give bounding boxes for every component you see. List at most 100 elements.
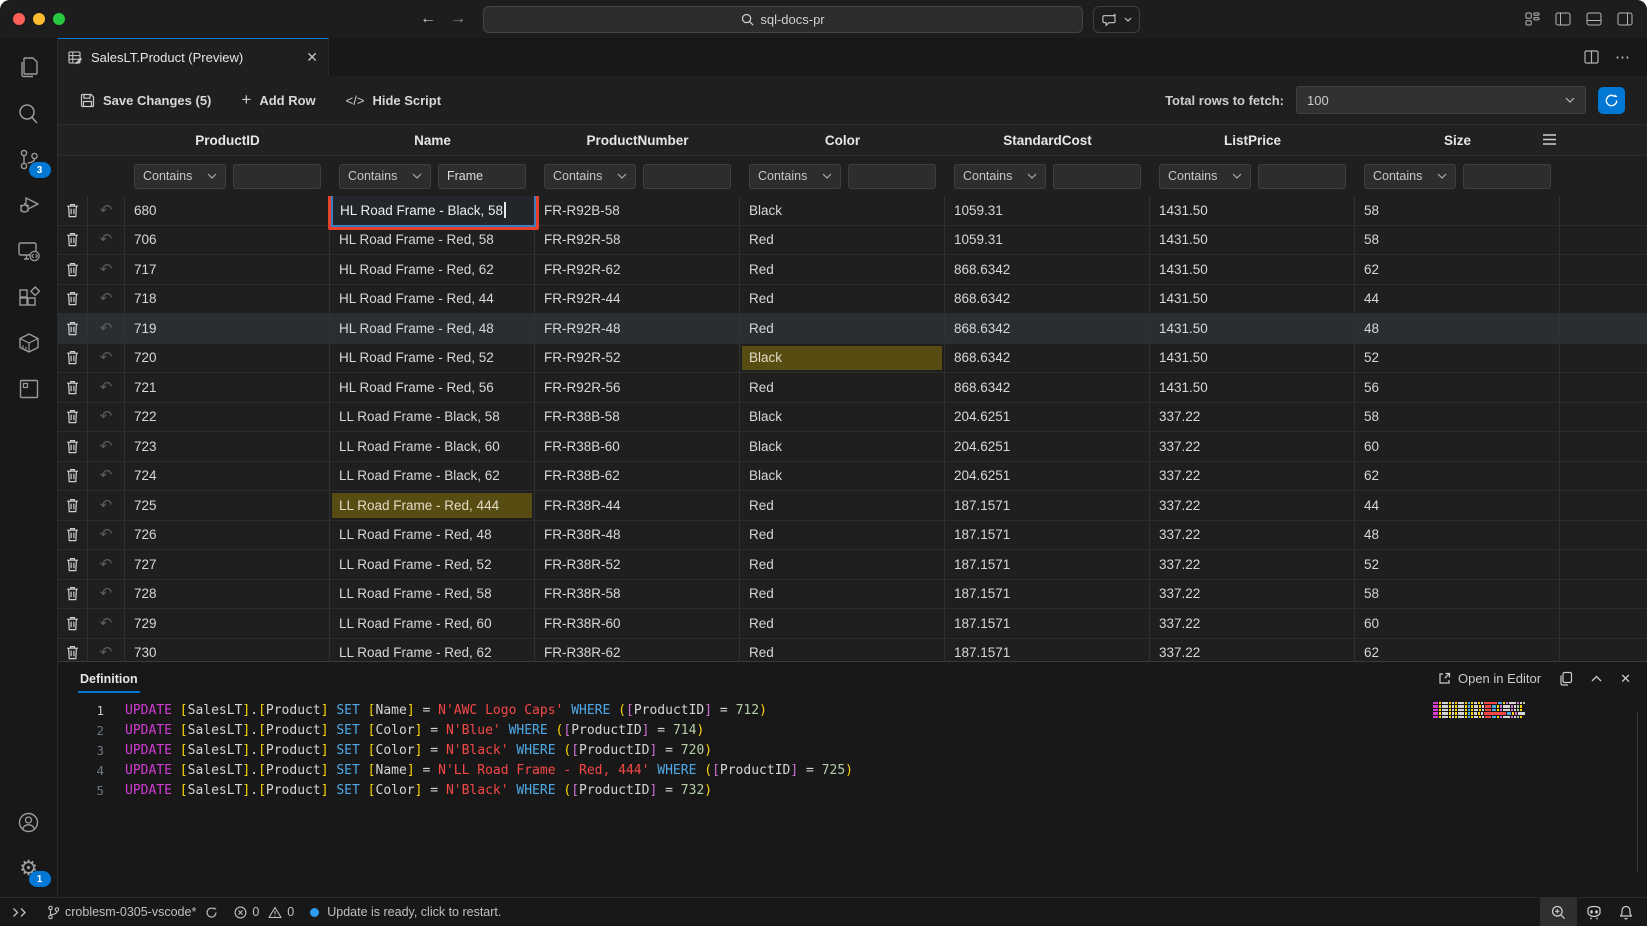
grid-cell[interactable]: LL Road Frame - Red, 444 xyxy=(330,491,535,521)
grid-cell[interactable]: LL Road Frame - Red, 52 xyxy=(330,550,535,580)
grid-cell[interactable]: 337.22 xyxy=(1150,609,1355,639)
sql-code-editor[interactable]: 1UPDATE [SalesLT].[Product] SET [Name] =… xyxy=(58,695,1647,897)
grid-cell[interactable]: Red xyxy=(740,521,945,551)
undo-row-button[interactable]: ↶ xyxy=(88,462,125,492)
grid-cell[interactable]: Red xyxy=(740,255,945,285)
collapse-panel-icon[interactable] xyxy=(1591,675,1602,682)
settings-gear-icon[interactable]: ⚙ 1 xyxy=(5,845,53,891)
command-center-search[interactable]: sql-docs-pr xyxy=(483,6,1083,33)
grid-cell[interactable]: Black xyxy=(740,344,945,374)
grid-cell[interactable]: LL Road Frame - Red, 48 xyxy=(330,521,535,551)
grid-cell[interactable]: 52 xyxy=(1355,550,1560,580)
delete-row-button[interactable] xyxy=(58,285,88,315)
grid-cell[interactable]: 1059.31 xyxy=(945,196,1150,226)
more-actions-icon[interactable]: ⋯ xyxy=(1615,48,1631,66)
undo-row-button[interactable]: ↶ xyxy=(88,403,125,433)
grid-cell[interactable]: Black xyxy=(740,432,945,462)
grid-cell[interactable]: 717 xyxy=(125,255,330,285)
grid-cell[interactable]: 680 xyxy=(125,196,330,226)
run-debug-icon[interactable] xyxy=(5,182,53,228)
column-header-productid[interactable]: ProductID xyxy=(125,125,330,155)
grid-cell[interactable]: 48 xyxy=(1355,314,1560,344)
delete-row-button[interactable] xyxy=(58,403,88,433)
grid-cell[interactable]: 337.22 xyxy=(1150,403,1355,433)
grid-cell[interactable]: FR-R38B-60 xyxy=(535,432,740,462)
undo-row-button[interactable]: ↶ xyxy=(88,609,125,639)
grid-cell[interactable]: 58 xyxy=(1355,580,1560,610)
grid-cell[interactable]: FR-R92R-48 xyxy=(535,314,740,344)
toggle-primary-sidebar-icon[interactable] xyxy=(1555,12,1571,26)
grid-cell[interactable]: LL Road Frame - Black, 60 xyxy=(330,432,535,462)
grid-cell[interactable]: 1431.50 xyxy=(1150,373,1355,403)
grid-cell[interactable]: 730 xyxy=(125,639,330,662)
grid-cell[interactable]: FR-R38R-62 xyxy=(535,639,740,662)
grid-cell[interactable]: 62 xyxy=(1355,462,1560,492)
grid-cell[interactable]: 44 xyxy=(1355,285,1560,315)
split-editor-icon[interactable] xyxy=(1584,50,1599,64)
tab-close-icon[interactable]: ✕ xyxy=(306,49,318,66)
grid-cell[interactable]: 1431.50 xyxy=(1150,344,1355,374)
grid-cell[interactable]: 868.6342 xyxy=(945,255,1150,285)
column-header-name[interactable]: Name xyxy=(330,125,535,155)
column-header-productnumber[interactable]: ProductNumber xyxy=(535,125,740,155)
grid-cell[interactable]: 337.22 xyxy=(1150,639,1355,662)
open-in-editor-button[interactable]: Open in Editor xyxy=(1438,671,1541,686)
grid-cell[interactable]: 1431.50 xyxy=(1150,226,1355,256)
grid-cell[interactable]: 48 xyxy=(1355,521,1560,551)
grid-cell[interactable]: 726 xyxy=(125,521,330,551)
grid-cell[interactable]: 868.6342 xyxy=(945,285,1150,315)
filter-input-size[interactable] xyxy=(1463,164,1551,189)
minimap[interactable] xyxy=(1433,702,1525,719)
problems-status[interactable]: 0 0 xyxy=(226,898,302,926)
grid-cell[interactable]: 187.1571 xyxy=(945,639,1150,662)
grid-cell[interactable]: 56 xyxy=(1355,373,1560,403)
zoom-window-button[interactable] xyxy=(53,13,65,25)
grid-cell[interactable]: 337.22 xyxy=(1150,580,1355,610)
filter-operator-select[interactable]: Contains xyxy=(1159,164,1251,189)
grid-cell[interactable]: 58 xyxy=(1355,226,1560,256)
column-header-size[interactable]: Size xyxy=(1355,125,1560,155)
delete-row-button[interactable] xyxy=(58,491,88,521)
grid-cell[interactable]: 1059.31 xyxy=(945,226,1150,256)
grid-cell[interactable]: 1431.50 xyxy=(1150,285,1355,315)
grid-cell[interactable]: 868.6342 xyxy=(945,373,1150,403)
grid-cell[interactable]: 720 xyxy=(125,344,330,374)
notifications-bell-icon[interactable] xyxy=(1611,898,1647,926)
hide-script-button[interactable]: </> Hide Script xyxy=(346,93,441,108)
grid-cell[interactable]: 1431.50 xyxy=(1150,314,1355,344)
grid-cell[interactable]: 44 xyxy=(1355,491,1560,521)
forward-button[interactable]: → xyxy=(450,10,466,28)
grid-cell[interactable]: FR-R38R-44 xyxy=(535,491,740,521)
grid-cell[interactable]: FR-R38R-48 xyxy=(535,521,740,551)
grid-cell[interactable]: 187.1571 xyxy=(945,609,1150,639)
grid-cell[interactable]: FR-R92R-44 xyxy=(535,285,740,315)
grid-cell[interactable]: HL Road Frame - Red, 62 xyxy=(330,255,535,285)
filter-operator-select[interactable]: Contains xyxy=(339,164,431,189)
close-panel-icon[interactable]: ✕ xyxy=(1620,671,1631,687)
extensions-icon[interactable] xyxy=(5,274,53,320)
remote-indicator[interactable] xyxy=(0,898,39,926)
grid-cell[interactable]: 60 xyxy=(1355,609,1560,639)
grid-cell[interactable]: 58 xyxy=(1355,196,1560,226)
grid-cell[interactable]: 1431.50 xyxy=(1150,255,1355,285)
grid-cell[interactable]: HL Road Frame - Black, 58 xyxy=(330,196,535,226)
undo-row-button[interactable]: ↶ xyxy=(88,491,125,521)
grid-cell[interactable]: 337.22 xyxy=(1150,521,1355,551)
grid-cell[interactable]: Red xyxy=(740,550,945,580)
grid-cell[interactable]: FR-R92R-52 xyxy=(535,344,740,374)
grid-cell[interactable]: Red xyxy=(740,580,945,610)
grid-cell[interactable]: Black xyxy=(740,403,945,433)
customize-layout-icon[interactable] xyxy=(1525,12,1540,26)
grid-cell[interactable]: 187.1571 xyxy=(945,550,1150,580)
filter-operator-select[interactable]: Contains xyxy=(749,164,841,189)
undo-row-button[interactable]: ↶ xyxy=(88,521,125,551)
minimize-window-button[interactable] xyxy=(33,13,45,25)
toggle-panel-icon[interactable] xyxy=(1586,12,1602,26)
zoom-status-button[interactable] xyxy=(1540,898,1577,926)
undo-row-button[interactable]: ↶ xyxy=(88,226,125,256)
filter-input-productnumber[interactable] xyxy=(643,164,731,189)
grid-cell[interactable]: 718 xyxy=(125,285,330,315)
delete-row-button[interactable] xyxy=(58,432,88,462)
grid-cell[interactable]: LL Road Frame - Black, 58 xyxy=(330,403,535,433)
delete-row-button[interactable] xyxy=(58,373,88,403)
